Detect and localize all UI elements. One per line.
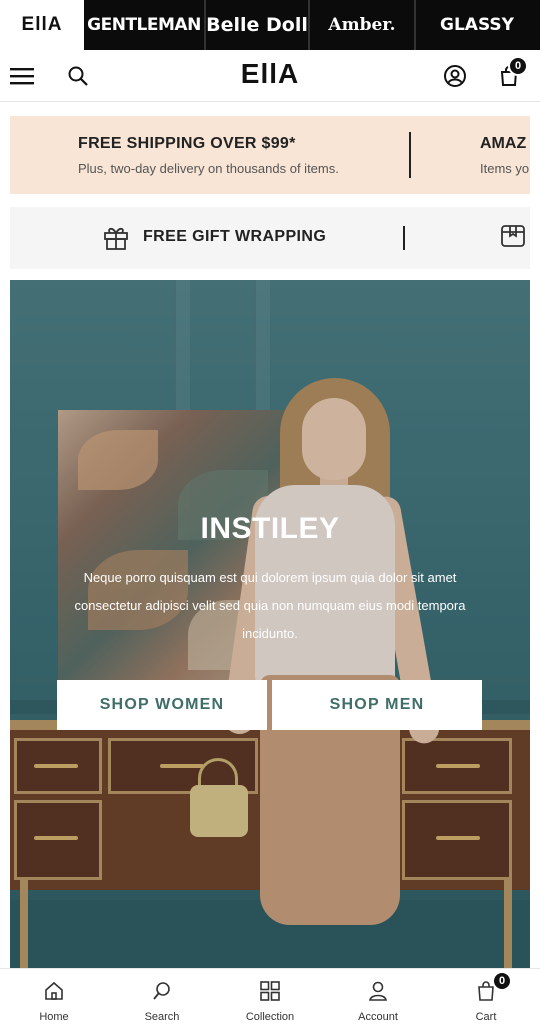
nav-collection[interactable]: Collection (216, 969, 324, 1030)
user-icon (366, 979, 390, 1003)
shop-men-button[interactable]: SHOP MEN (272, 680, 482, 730)
search-icon (150, 979, 174, 1003)
cart-count-badge: 0 (492, 971, 512, 991)
nav-cart[interactable]: 0 Cart (432, 969, 540, 1030)
brand-tab-belle-doll[interactable]: Belle Doll (206, 0, 310, 50)
home-icon (42, 979, 66, 1003)
nav-home[interactable]: Home (0, 969, 108, 1030)
brand-tab-ella[interactable]: EllA (0, 0, 84, 50)
bottom-nav: Home Search Collection Account 0 Cart (0, 968, 540, 1030)
shop-women-button[interactable]: SHOP WOMEN (57, 680, 267, 730)
brand-bar: EllA GENTLEMAN Belle Doll Amber. GLASSY (0, 0, 540, 50)
promo-divider (409, 132, 411, 178)
promo-shipping-title: FREE SHIPPING OVER $99* (78, 135, 296, 152)
brand-tab-glassy[interactable]: GLASSY (416, 0, 540, 50)
hero-title: INSTILEY (200, 512, 340, 545)
brand-tab-gentleman[interactable]: GENTLEMAN (84, 0, 206, 50)
nav-label: Home (39, 1011, 69, 1023)
hero-description: Neque porro quisquam est qui dolorem ips… (74, 570, 466, 641)
promo-shipping: FREE SHIPPING OVER $99* Plus, two-day de… (10, 116, 530, 194)
promo-next-title: AMAZ (480, 135, 527, 152)
brand-tab-amber[interactable]: Amber. (310, 0, 416, 50)
promo-shipping-subtitle: Plus, two-day delivery on thousands of i… (78, 161, 339, 176)
grid-icon (258, 979, 282, 1003)
nav-label: Account (358, 1011, 398, 1023)
gift-wrapping-text: FREE GIFT WRAPPING (143, 228, 327, 245)
nav-label: Cart (475, 1011, 497, 1023)
site-header: EllA 0 (0, 50, 540, 102)
nav-label: Collection (245, 1011, 295, 1023)
cart-count-badge: 0 (508, 56, 528, 76)
promo-divider (403, 226, 405, 250)
promo-gift-wrapping: FREE GIFT WRAPPING (10, 207, 530, 269)
hero-banner: INSTILEY Neque porro quisquam est qui do… (10, 280, 530, 970)
account-icon[interactable] (441, 62, 469, 90)
nav-label: Search (144, 1011, 180, 1023)
nav-search[interactable]: Search (108, 969, 216, 1030)
box-icon (499, 222, 527, 255)
promo-next-subtitle: Items yo (480, 161, 530, 176)
nav-account[interactable]: Account (324, 969, 432, 1030)
gift-icon (102, 223, 130, 256)
